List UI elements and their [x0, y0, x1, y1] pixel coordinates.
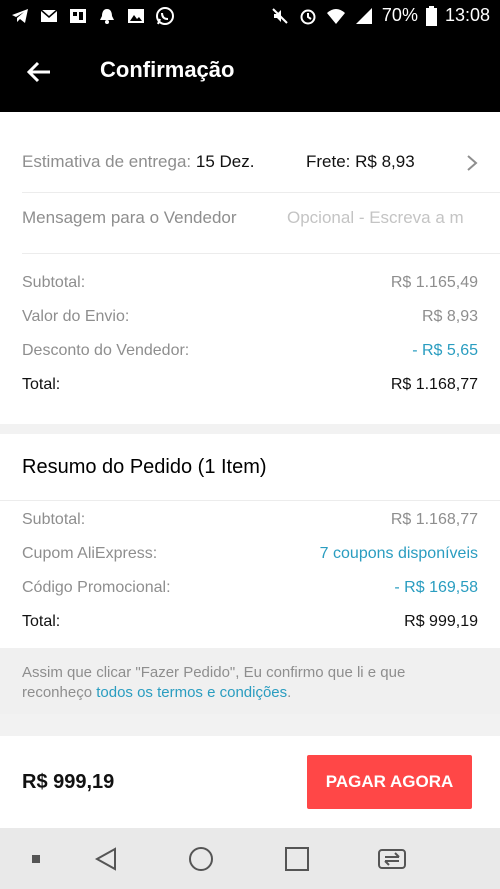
promo-code-value: - R$ 169,58: [394, 579, 478, 596]
coupon-label: Cupom AliExpress:: [22, 545, 158, 562]
subtotal-value: R$ 1.165,49: [390, 274, 478, 291]
pay-total: R$ 999,19: [22, 771, 115, 793]
chevron-right-icon[interactable]: [466, 154, 478, 172]
coupon-row[interactable]: Cupom AliExpress: 7 coupons disponíveis: [22, 545, 478, 563]
order-summary-heading: Resumo do Pedido (1 Item): [22, 456, 267, 478]
terms-text-block: Assim que clicar "Fazer Pedido", Eu conf…: [22, 663, 478, 703]
terms-end: .: [287, 684, 292, 701]
signal-icon: [355, 7, 372, 24]
mail-icon: [40, 9, 58, 22]
message-label: Mensagem para o Vendedor: [22, 208, 237, 227]
nav-dot-icon[interactable]: [20, 843, 52, 875]
subtotal-row: Subtotal: R$ 1.165,49: [22, 274, 478, 292]
order-total-label: Total:: [22, 613, 61, 630]
shipping-value: R$ 8,93: [421, 308, 478, 325]
subtotal-label: Subtotal:: [22, 274, 86, 291]
app-icon: [70, 9, 86, 23]
shipping-row: Valor do Envio: R$ 8,93: [22, 308, 478, 326]
order-subtotal-label: Subtotal:: [22, 511, 86, 528]
seller-discount-label: Desconto do Vendedor:: [22, 342, 190, 359]
alarm-bell-icon: [100, 9, 114, 24]
pay-bar: R$ 999,19 PAGAR AGORA: [0, 736, 500, 828]
battery-icon: [425, 5, 437, 26]
nav-recents-icon[interactable]: [281, 843, 313, 875]
terms-section: Assim que clicar "Fazer Pedido", Eu conf…: [0, 648, 500, 714]
promo-code-label: Código Promocional:: [22, 579, 171, 596]
order-summary-card: Resumo do Pedido (1 Item) Subtotal: R$ 1…: [0, 434, 500, 648]
nav-home-icon[interactable]: [185, 843, 217, 875]
shipping-cost: Frete: R$ 8,93: [306, 152, 415, 171]
message-row: Mensagem para o Vendedor Opcional - Escr…: [22, 208, 478, 228]
shipping-label: Valor do Envio:: [22, 308, 130, 325]
alarm-clock-icon: [300, 9, 316, 24]
back-arrow-icon[interactable]: [26, 58, 54, 86]
divider: [22, 192, 500, 193]
page-title: Confirmação: [100, 57, 235, 82]
clock: 13:08: [444, 5, 490, 25]
whatsapp-icon: [156, 7, 174, 25]
app-bar: Confirmação: [0, 34, 500, 112]
delivery-estimate-value: 15 Dez.: [195, 152, 255, 171]
promo-code-row[interactable]: Código Promocional: - R$ 169,58: [22, 579, 478, 597]
divider: [22, 253, 500, 254]
order-total-value: R$ 999,19: [404, 613, 478, 630]
mute-icon: [272, 7, 288, 24]
seller-discount-value: - R$ 5,65: [412, 342, 478, 359]
nav-switch-icon[interactable]: [376, 843, 408, 875]
order-total-row: Total: R$ 999,19: [22, 613, 478, 631]
order-subtotal-value: R$ 1.168,77: [390, 511, 478, 528]
system-icons: 70% 13:08: [270, 5, 490, 26]
seller-discount-row: Desconto do Vendedor: - R$ 5,65: [22, 342, 478, 360]
store-total-row: Total: R$ 1.168,77: [22, 376, 478, 394]
store-card: Estimativa de entrega: 15 Dez. Frete: R$…: [0, 112, 500, 424]
telegram-icon: [12, 9, 28, 23]
nav-back-icon[interactable]: [90, 843, 122, 875]
store-total-value: R$ 1.168,77: [390, 376, 478, 393]
divider: [0, 500, 500, 501]
coupon-value[interactable]: 7 coupons disponíveis: [320, 545, 478, 563]
pay-now-button[interactable]: PAGAR AGORA: [307, 755, 472, 809]
delivery-row[interactable]: Estimativa de entrega: 15 Dez. Frete: R$…: [22, 152, 478, 172]
order-subtotal-row: Subtotal: R$ 1.168,77: [22, 511, 478, 529]
image-icon: [128, 9, 144, 23]
message-input[interactable]: Opcional - Escreva a m: [287, 208, 478, 228]
terms-link[interactable]: todos os termos e condições: [96, 684, 287, 701]
store-total-label: Total:: [22, 376, 61, 393]
delivery-estimate-label: Estimativa de entrega:: [22, 152, 192, 171]
wifi-icon: [326, 8, 345, 24]
notification-icons: [10, 6, 175, 26]
navigation-bar: [0, 828, 500, 889]
status-bar: 70% 13:08: [0, 0, 500, 34]
battery-percent: 70%: [381, 5, 418, 25]
